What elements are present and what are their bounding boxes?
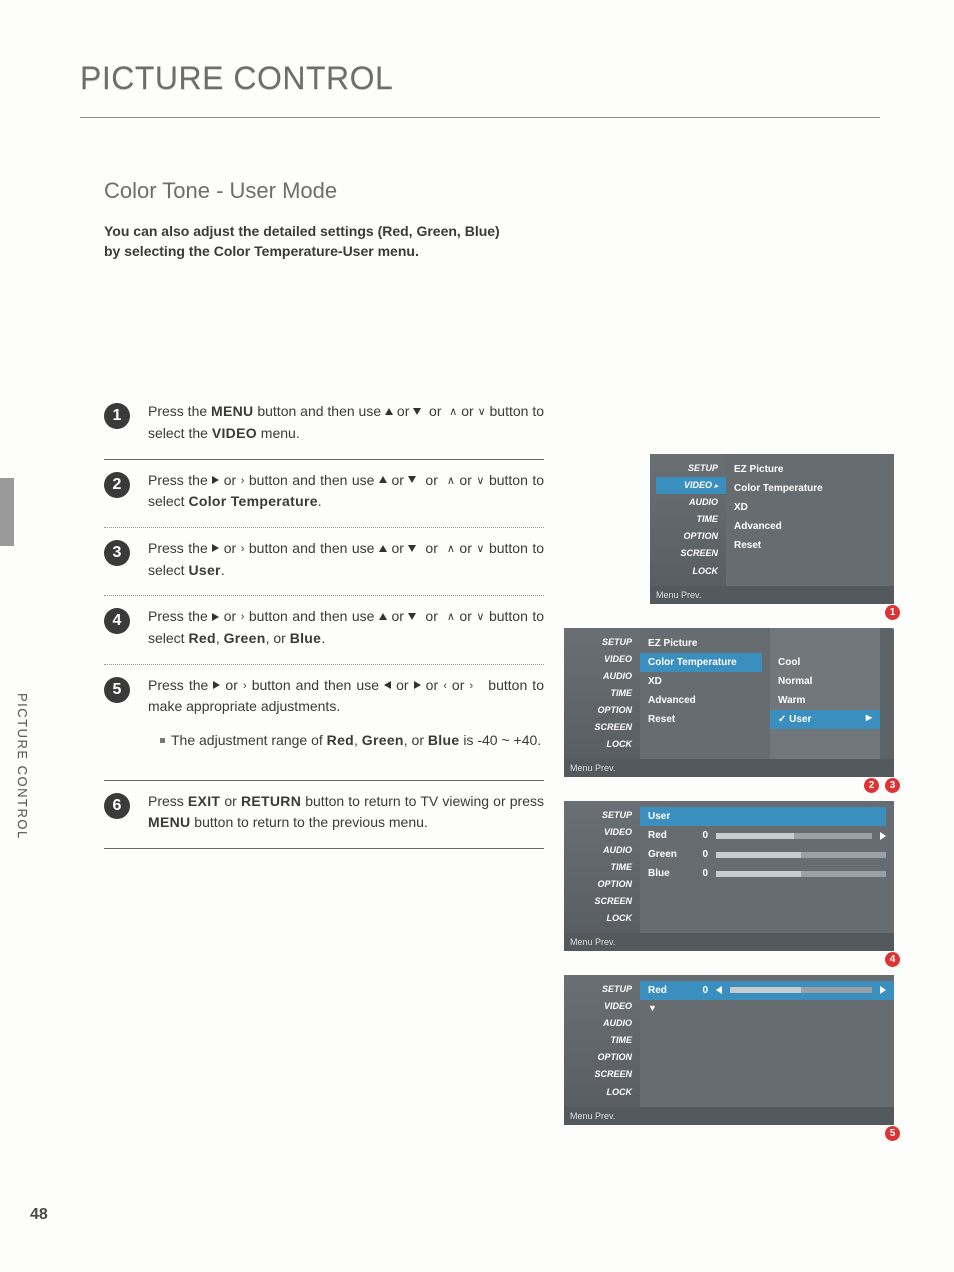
right-icon	[212, 476, 219, 484]
up-icon	[379, 545, 387, 552]
step-text: Press the or › button and then use or or…	[148, 606, 544, 649]
chevron-right-icon: ›	[243, 680, 247, 692]
osd-footer: Menu Prev.	[564, 1107, 894, 1125]
step-text: Press EXIT or RETURN button to return to…	[148, 791, 544, 834]
step-6: 6 Press EXIT or RETURN button to return …	[104, 780, 544, 849]
osd-badge: 5	[885, 1126, 900, 1141]
page-number: 48	[30, 1206, 48, 1224]
osd-panel-1: SETUP VIDEO ▸ AUDIO TIME OPTION SCREEN L…	[650, 454, 894, 604]
step-4: 4 Press the or › button and then use or …	[104, 596, 544, 664]
osd-panel-2: SETUP VIDEO AUDIO TIME OPTION SCREEN LOC…	[564, 628, 894, 778]
steps-column: 1 Press the MENU button and then use or …	[104, 391, 544, 849]
slider-track	[716, 852, 886, 858]
page-title: PICTURE CONTROL	[80, 60, 894, 97]
intro-line1: You can also adjust the detailed setting…	[104, 223, 500, 239]
osd-panel-3: SETUP VIDEO AUDIO TIME OPTION SCREEN LOC…	[564, 801, 894, 951]
osd-badge: 1	[885, 605, 900, 620]
side-tab-bar	[0, 478, 14, 546]
osd-content: User Red 0 Green 0 Blue 0	[640, 801, 894, 933]
osd-content: Red 0 ▼	[640, 975, 894, 1107]
step-text: Press the or › button and then use or or…	[148, 675, 544, 752]
slider-row-red: Red 0	[648, 826, 886, 845]
slider-track	[716, 833, 872, 839]
chevron-up-icon: ∧	[447, 543, 455, 555]
divider	[80, 117, 880, 118]
chevron-up-icon: ∧	[449, 406, 457, 418]
side-tab: PICTURE CONTROL	[0, 478, 46, 798]
step-number: 4	[104, 608, 130, 634]
slider-row-blue: Blue 0	[648, 864, 886, 883]
chevron-up-icon: ∧	[447, 475, 455, 487]
slider-row-green: Green 0	[648, 845, 886, 864]
intro-menu-name: Color Temperature-User	[214, 243, 374, 259]
up-icon	[379, 613, 387, 620]
step-text: Press the or › button and then use or or…	[148, 538, 544, 581]
up-icon	[379, 476, 387, 483]
side-tab-label: PICTURE CONTROL	[15, 693, 30, 840]
slider-track	[716, 871, 886, 877]
right-icon	[212, 544, 219, 552]
osd-sidebar: SETUP VIDEO AUDIO TIME OPTION SCREEN LOC…	[564, 628, 640, 760]
osd-content: EZ Picture Color Temperature XD Advanced…	[726, 454, 894, 586]
osd-sidebar: SETUP VIDEO AUDIO TIME OPTION SCREEN LOC…	[564, 975, 640, 1107]
intro-text: You can also adjust the detailed setting…	[104, 222, 894, 261]
step-number: 5	[104, 677, 130, 703]
section-subtitle: Color Tone - User Mode	[104, 178, 894, 204]
chevron-down-icon: ∨	[476, 611, 484, 623]
check-icon: ✓	[778, 714, 786, 725]
osd-badge: 2 3	[864, 778, 900, 793]
chevron-right-icon: ›	[469, 680, 473, 692]
arrow-right-icon	[880, 986, 886, 994]
step-1: 1 Press the MENU button and then use or …	[104, 391, 544, 459]
chevron-down-icon: ∨	[476, 475, 484, 487]
right-icon	[414, 681, 421, 689]
osd-header-row: User	[640, 807, 886, 826]
step-5: 5 Press the or › button and then use or …	[104, 665, 544, 766]
intro-line2-pre: by selecting the	[104, 243, 214, 259]
bullet-icon	[160, 738, 165, 743]
left-icon	[384, 681, 391, 689]
chevron-left-icon: ‹	[443, 680, 447, 692]
chevron-right-icon: ›	[241, 611, 245, 623]
osd-sidebar: SETUP VIDEO AUDIO TIME OPTION SCREEN LOC…	[564, 801, 640, 933]
step-number: 6	[104, 793, 130, 819]
down-arrow-icon: ▼	[648, 1000, 886, 1017]
step-text: Press the or › button and then use or or…	[148, 470, 544, 513]
chevron-right-icon: ›	[241, 543, 245, 555]
slider-track	[730, 987, 872, 993]
right-icon	[213, 681, 220, 689]
step-number: 3	[104, 540, 130, 566]
osd-footer: Menu Prev.	[564, 933, 894, 951]
osd-badge: 4	[885, 952, 900, 967]
step-3: 3 Press the or › button and then use or …	[104, 528, 544, 596]
osd-sidebar: SETUP VIDEO ▸ AUDIO TIME OPTION SCREEN L…	[650, 454, 726, 586]
step-number: 1	[104, 403, 130, 429]
arrow-right-icon	[880, 832, 886, 840]
step-2: 2 Press the or › button and then use or …	[104, 460, 544, 528]
osd-footer: Menu Prev.	[564, 759, 894, 777]
osd-footer: Menu Prev.	[650, 586, 894, 604]
right-icon	[212, 613, 219, 621]
osd-panel-4: SETUP VIDEO AUDIO TIME OPTION SCREEN LOC…	[564, 975, 894, 1125]
osd-submenu: Cool Normal Warm ✓ User▶	[770, 628, 880, 760]
chevron-down-icon: ∨	[476, 543, 484, 555]
down-icon	[413, 408, 421, 415]
intro-line2-post: menu.	[374, 243, 419, 259]
down-icon	[408, 545, 416, 552]
up-icon	[385, 408, 393, 415]
down-icon	[408, 613, 416, 620]
step-number: 2	[104, 472, 130, 498]
arrow-right-icon: ▶	[866, 710, 872, 729]
step-text: Press the MENU button and then use or or…	[148, 401, 544, 444]
step-5-note: The adjustment range of Red, Green, or B…	[148, 730, 544, 752]
osd-content: EZ Picture Color Temperature XD Advanced…	[640, 628, 770, 760]
slider-row-red: Red 0	[640, 981, 894, 1000]
chevron-up-icon: ∧	[447, 611, 455, 623]
osd-area: SETUP VIDEO ▸ AUDIO TIME OPTION SCREEN L…	[564, 454, 894, 1149]
down-icon	[408, 476, 416, 483]
arrow-left-icon	[716, 986, 722, 994]
chevron-down-icon: ∨	[478, 406, 486, 418]
chevron-right-icon: ›	[241, 475, 245, 487]
